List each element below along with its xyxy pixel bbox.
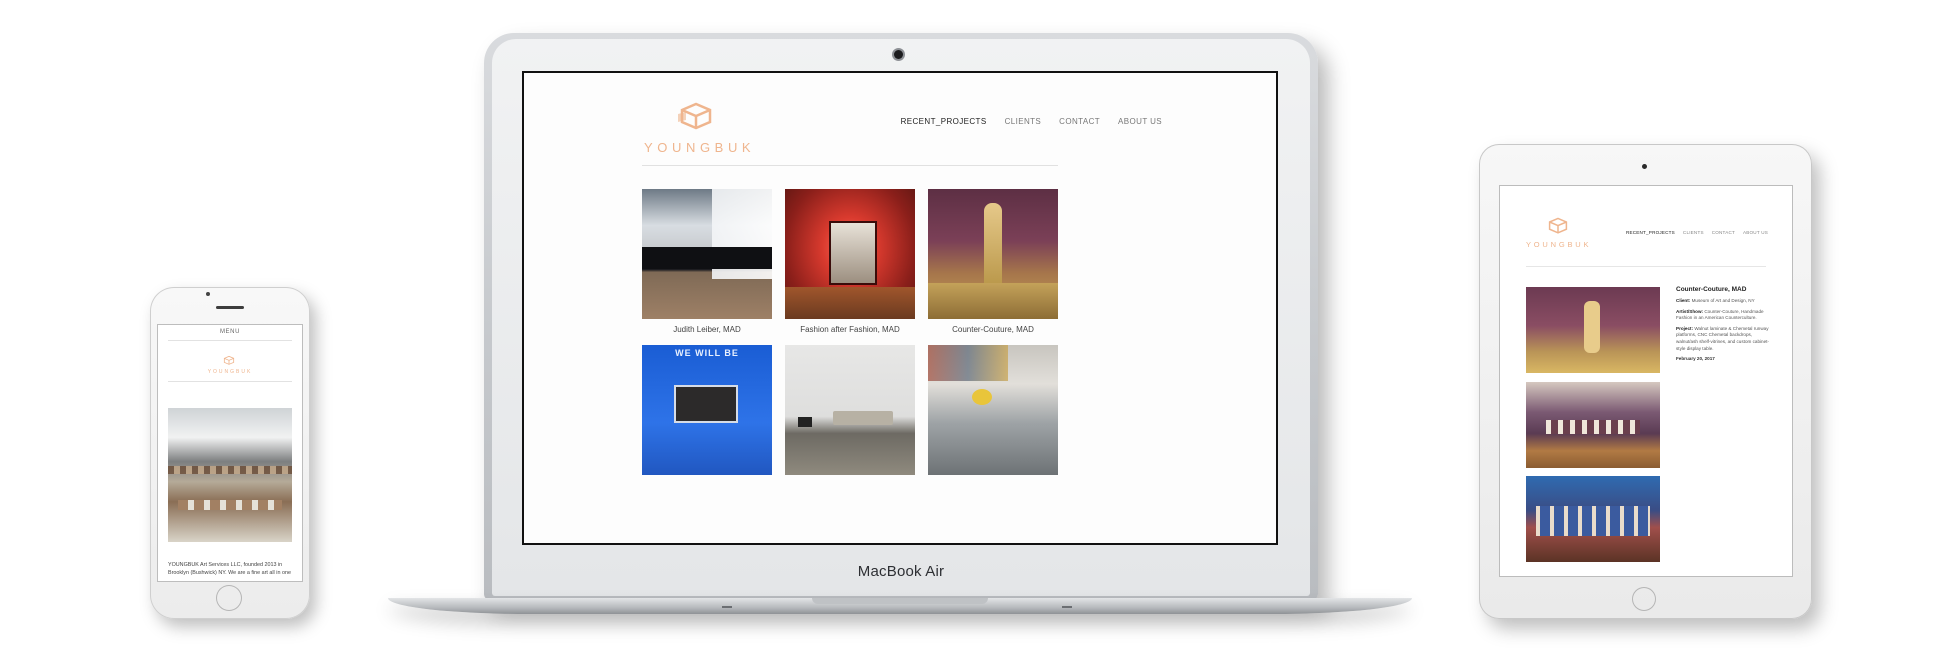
phone-warehouse-photo [168,408,292,542]
client-value: Museum of Art and Design, NY [1691,298,1755,303]
project-caption[interactable]: Judith Leiber, MAD [642,325,772,334]
phone-menu-button[interactable]: MENU [158,329,302,335]
macbook-display: YOUNGBUK RECENT_PROJECTS CLIENTS CONTACT… [524,73,1276,543]
youngbuk-logo-icon[interactable] [222,355,236,365]
nav-recent-projects[interactable]: RECENT_PROJECTS [901,117,987,126]
phone-camera [206,292,210,296]
project-photo[interactable] [642,189,772,319]
project-label: Project: [1676,325,1694,331]
phone-home-button[interactable] [216,585,242,611]
macbook-brand-label: MacBook Air [857,563,945,580]
nav-clients[interactable]: CLIENTS [1683,230,1704,235]
tablet-home-button[interactable] [1632,587,1656,611]
tablet-header-divider [1526,266,1766,267]
youngbuk-logo-icon [678,102,712,130]
tablet-logo-text[interactable]: YOUNGBUK [1526,240,1591,249]
project-caption[interactable]: Counter-Couture, MAD [928,325,1058,334]
project-photo[interactable] [928,189,1058,319]
header-divider [642,165,1058,166]
project-client: Client: Museum of Art and Design, NY [1676,298,1772,305]
project-photo[interactable] [1526,476,1660,562]
macbook-camera [894,50,903,59]
phone-about-text: YOUNGBUK Art Services LLC, founded 2013 … [168,562,291,576]
project-tile[interactable] [785,345,915,475]
phone-screen: MENU YOUNGBUK YOUNGBUK Art Services LLC,… [158,325,302,581]
site-logo-text: YOUNGBUK [644,140,756,155]
iphone-device: MENU YOUNGBUK YOUNGBUK Art Services LLC,… [150,287,310,619]
macbook-lid-notch [812,598,988,604]
tablet-camera [1642,164,1647,169]
ipad-device: YOUNGBUK RECENT_PROJECTS CLIENTS CONTACT… [1479,144,1812,619]
project-tile[interactable]: WE WILL BE [642,345,772,475]
project-caption[interactable]: Fashion after Fashion, MAD [785,325,915,334]
project-tile[interactable]: Counter-Couture, MAD [928,189,1058,334]
nav-contact[interactable]: CONTACT [1059,117,1100,126]
project-photo[interactable]: WE WILL BE [642,345,772,475]
nav-about-us[interactable]: ABOUT US [1743,230,1768,235]
project-tile[interactable]: Judith Leiber, MAD [642,189,772,334]
project-detail-title: Counter-Couture, MAD [1676,286,1747,293]
nav-contact[interactable]: CONTACT [1712,230,1735,235]
project-artist: Artist/Show: Counter-Couture, Handmade F… [1676,309,1772,322]
project-photo[interactable] [785,345,915,475]
project-tile[interactable] [928,345,1058,475]
youngbuk-logo-icon[interactable] [1546,216,1570,234]
project-photo[interactable] [1526,382,1660,468]
project-tile[interactable]: Fashion after Fashion, MAD [785,189,915,334]
project-photo[interactable] [1526,287,1660,373]
project-photo[interactable] [928,345,1058,475]
project-photo[interactable] [785,189,915,319]
nav-clients[interactable]: CLIENTS [1005,117,1042,126]
macbook-foot [1062,606,1072,608]
client-label: Client: [1676,298,1691,303]
tablet-screen: YOUNGBUK RECENT_PROJECTS CLIENTS CONTACT… [1500,186,1792,576]
phone-logo-text[interactable]: YOUNGBUK [158,369,302,375]
project-description: Project: Walnut laminate & Chemetal runw… [1676,326,1772,352]
nav-about-us[interactable]: ABOUT US [1118,117,1162,126]
nav-recent-projects[interactable]: RECENT_PROJECTS [1626,230,1675,235]
project-photo-sign: WE WILL BE [675,348,739,358]
phone-divider [168,381,292,382]
tablet-nav: RECENT_PROJECTS CLIENTS CONTACT ABOUT US [1626,230,1768,235]
artist-label: Artist/Show: [1676,308,1704,314]
macbook-foot [722,606,732,608]
site-nav: RECENT_PROJECTS CLIENTS CONTACT ABOUT US [901,117,1162,126]
project-date: February 20, 2017 [1676,356,1715,362]
project-detail: Counter-Couture, MAD Client: Museum of A… [1676,286,1772,361]
phone-speaker [216,306,244,309]
phone-divider [168,340,292,341]
